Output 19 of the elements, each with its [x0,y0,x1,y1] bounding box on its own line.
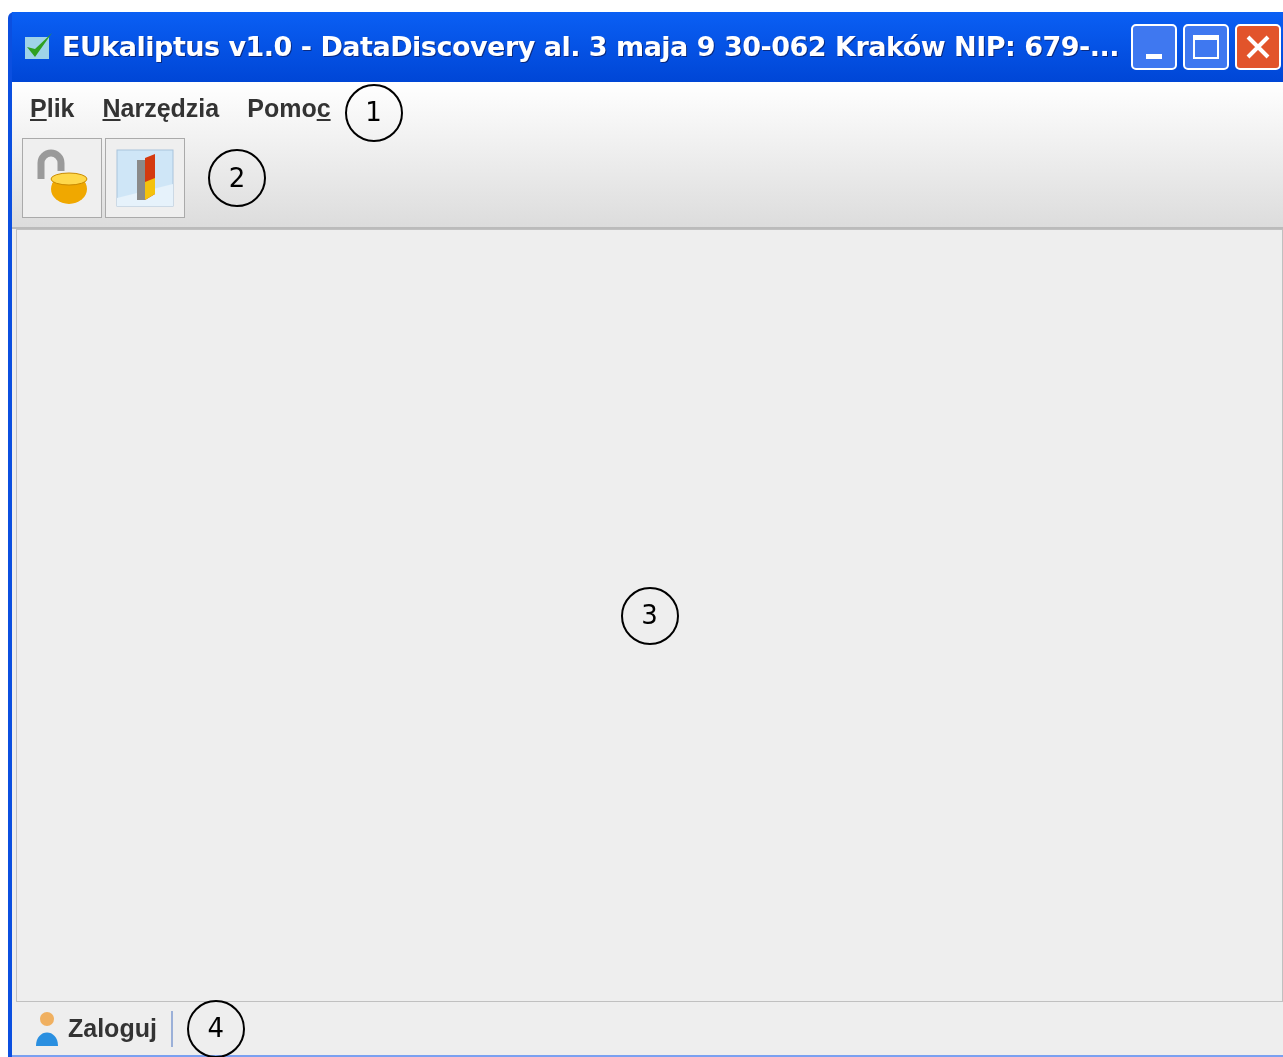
callout-number: 2 [208,149,266,207]
close-button[interactable] [1235,24,1281,70]
maximize-icon [1193,35,1219,59]
callout-number: 3 [620,586,679,645]
close-icon [1245,34,1271,60]
toolbar-button[interactable] [105,138,185,218]
minimize-icon [1146,54,1162,59]
menu-item[interactable]: Plik [30,89,75,128]
login-label[interactable]: Zaloguj [68,1009,157,1048]
door-icon [115,148,175,208]
window-title: EUkaliptus v1.0 - DataDiscovery al. 3 maja 9 30-062 Kraków NIP: 679-... [62,29,1119,64]
callout-number: 1 [344,83,403,142]
minimize-button[interactable] [1131,24,1177,70]
user-icon [34,1009,60,1048]
callout-number: 4 [186,999,245,1057]
toolbar-button[interactable] [22,138,102,218]
menu-item[interactable]: Narzędzia [102,89,220,128]
menu-item[interactable]: Pomoc [247,89,331,128]
maximize-button[interactable] [1183,24,1229,70]
